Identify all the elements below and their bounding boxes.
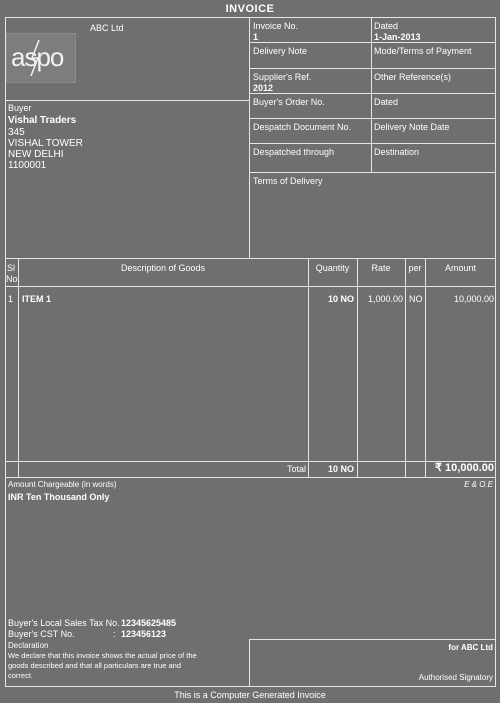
row-desc: ITEM 1 xyxy=(22,294,52,304)
buyer-label: Buyer xyxy=(8,103,32,113)
col-per-header: per xyxy=(408,263,422,273)
header-row-line xyxy=(249,93,496,94)
total-amount: ₹ 10,000.00 xyxy=(435,462,494,474)
despatch-doc-label: Despatch Document No. xyxy=(253,122,352,132)
amount-words-label: Amount Chargeable (in words) xyxy=(8,480,117,489)
table-header-line xyxy=(5,286,496,287)
col-no-header: No. xyxy=(6,274,21,284)
terms-delivery-label: Terms of Delivery xyxy=(253,176,323,186)
col-divider xyxy=(357,258,358,477)
invoice-no-label: Invoice No. xyxy=(253,21,299,31)
total-qty: 10 NO xyxy=(327,464,354,474)
header-row-line xyxy=(249,172,496,173)
col-desc-header: Description of Goods xyxy=(120,263,206,273)
header-row-line xyxy=(249,118,496,119)
header-divider xyxy=(249,17,250,258)
dated2-label: Dated xyxy=(374,97,399,107)
footer-note: This is a Computer Generated Invoice xyxy=(174,690,326,700)
buyers-order-label: Buyer's Order No. xyxy=(253,97,325,107)
other-refs-label: Other Reference(s) xyxy=(374,72,452,82)
mode-terms-label: Mode/Terms of Payment xyxy=(374,46,472,56)
table-top-line xyxy=(5,258,496,259)
buyer-address-2: VISHAL TOWER xyxy=(8,138,83,149)
invoice-no-value: 1 xyxy=(253,32,259,42)
delivery-note-label: Delivery Note xyxy=(253,46,308,56)
row-qty: 10 NO xyxy=(327,294,354,304)
header-col-divider xyxy=(371,17,372,172)
seller-name: ABC Ltd xyxy=(90,23,124,33)
declaration-label: Declaration xyxy=(8,641,49,650)
cst-label: Buyer's CST No. xyxy=(8,629,75,639)
buyer-name: Vishal Traders xyxy=(8,115,77,126)
local-tax-label: Buyer's Local Sales Tax No. : xyxy=(8,618,125,628)
col-amount-header: Amount xyxy=(444,263,477,273)
col-sl-header: Sl xyxy=(7,263,16,273)
declaration-line-2: goods described and that all particulars… xyxy=(8,661,182,670)
table-total-top-line xyxy=(5,461,496,462)
invoice-title: INVOICE xyxy=(225,3,275,15)
authorised-signatory: Authorised Signatory xyxy=(418,673,493,682)
col-divider xyxy=(308,258,309,477)
company-logo: aspo xyxy=(6,33,76,83)
signatory-for: for ABC Ltd xyxy=(448,643,493,652)
col-divider xyxy=(18,258,19,477)
header-row-line xyxy=(249,42,496,43)
header-row-line xyxy=(249,68,496,69)
buyer-address-4: 1100001 xyxy=(8,160,47,171)
declaration-line-3: correct. xyxy=(8,671,34,680)
amount-words-value: INR Ten Thousand Only xyxy=(8,492,110,502)
col-divider xyxy=(425,258,426,477)
seller-buyer-line xyxy=(5,100,249,101)
row-amount: 10,000.00 xyxy=(453,294,494,304)
row-sl: 1 xyxy=(8,294,14,304)
table-bottom-line xyxy=(5,477,496,478)
suppliers-ref-label: Supplier's Ref. xyxy=(253,72,312,82)
cst-value: 123456123 xyxy=(121,629,167,639)
total-label: Total xyxy=(286,464,306,474)
buyer-address-1: 345 xyxy=(8,127,25,138)
buyer-address-3: NEW DELHI xyxy=(8,149,64,160)
eoe-label: E & O.E xyxy=(464,480,493,489)
dated-value: 1-Jan-2013 xyxy=(374,32,421,42)
row-per: NO xyxy=(409,294,423,304)
despatched-through-label: Despatched through xyxy=(253,147,335,157)
col-divider xyxy=(405,258,406,477)
lightning-bolt-icon xyxy=(30,40,40,76)
destination-label: Destination xyxy=(374,147,420,157)
header-row-line xyxy=(249,143,496,144)
col-rate-header: Rate xyxy=(371,263,391,273)
dated-label: Dated xyxy=(374,21,399,31)
suppliers-ref-value: 2012 xyxy=(253,83,274,93)
signatory-divider xyxy=(249,639,250,687)
local-tax-value: 12345625485 xyxy=(121,618,177,628)
cst-colon: : xyxy=(113,629,116,639)
row-rate: 1,000.00 xyxy=(367,294,403,304)
col-qty-header: Quantity xyxy=(315,263,350,273)
declaration-line-1: We declare that this invoice shows the a… xyxy=(8,651,197,660)
delivery-note-date-label: Delivery Note Date xyxy=(374,122,450,132)
signatory-top-line xyxy=(249,639,496,640)
